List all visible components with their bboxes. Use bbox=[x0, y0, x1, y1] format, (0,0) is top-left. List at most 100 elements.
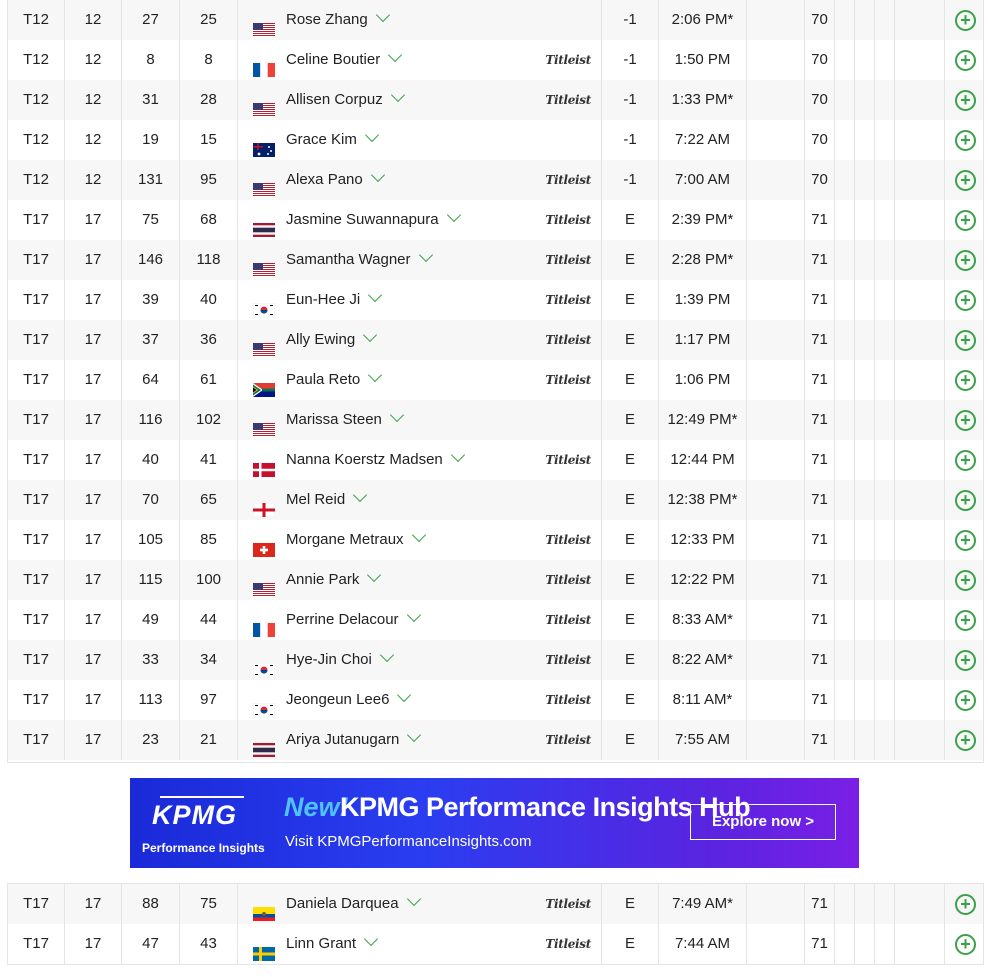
chevron-down-icon[interactable] bbox=[446, 207, 461, 223]
add-favorite-cell[interactable]: + bbox=[945, 280, 985, 320]
player-cell[interactable]: Jeongeun Lee6 Titleist bbox=[238, 680, 602, 720]
table-row[interactable]: T17 17 113 97 Jeongeun Lee6 Titleist E 8… bbox=[8, 680, 983, 720]
add-favorite-cell[interactable]: + bbox=[945, 320, 985, 360]
plus-circle-icon[interactable]: + bbox=[955, 570, 976, 591]
add-favorite-cell[interactable]: + bbox=[945, 480, 985, 520]
table-row[interactable]: T12 12 31 28 Allisen Corpuz Titleist -1 … bbox=[8, 80, 983, 120]
table-row[interactable]: T17 17 116 102 Marissa Steen E 12:49 PM*… bbox=[8, 400, 983, 440]
add-favorite-cell[interactable]: + bbox=[945, 884, 985, 924]
add-favorite-cell[interactable]: + bbox=[945, 0, 985, 40]
table-row[interactable]: T17 17 39 40 Eun-Hee Ji Titleist E 1:39 … bbox=[8, 280, 983, 320]
player-cell[interactable]: Mel Reid bbox=[238, 480, 602, 520]
player-cell[interactable]: Jasmine Suwannapura Titleist bbox=[238, 200, 602, 240]
add-favorite-cell[interactable]: + bbox=[945, 640, 985, 680]
chevron-down-icon[interactable] bbox=[368, 367, 383, 383]
chevron-down-icon[interactable] bbox=[388, 47, 403, 63]
player-cell[interactable]: Morgane Metraux Titleist bbox=[238, 520, 602, 560]
plus-circle-icon[interactable]: + bbox=[955, 730, 976, 751]
table-row[interactable]: T12 12 131 95 Alexa Pano Titleist -1 7:0… bbox=[8, 160, 983, 200]
table-row[interactable]: T17 17 70 65 Mel Reid E 12:38 PM* 71 + bbox=[8, 480, 983, 520]
player-name[interactable]: Morgane Metraux bbox=[286, 520, 426, 560]
player-name[interactable]: Jeongeun Lee6 bbox=[286, 680, 412, 720]
plus-circle-icon[interactable]: + bbox=[955, 650, 976, 671]
plus-circle-icon[interactable]: + bbox=[955, 170, 976, 191]
player-name[interactable]: Mel Reid bbox=[286, 480, 368, 520]
add-favorite-cell[interactable]: + bbox=[945, 440, 985, 480]
player-cell[interactable]: Hye-Jin Choi Titleist bbox=[238, 640, 602, 680]
add-favorite-cell[interactable]: + bbox=[945, 560, 985, 600]
table-row[interactable]: T17 17 146 118 Samantha Wagner Titleist … bbox=[8, 240, 983, 280]
player-cell[interactable]: Celine Boutier Titleist bbox=[238, 40, 602, 80]
player-cell[interactable]: Linn Grant Titleist bbox=[238, 924, 602, 964]
plus-circle-icon[interactable]: + bbox=[955, 370, 976, 391]
table-row[interactable]: T17 17 23 21 Ariya Jutanugarn Titleist E… bbox=[8, 720, 983, 760]
player-cell[interactable]: Ally Ewing Titleist bbox=[238, 320, 602, 360]
player-name[interactable]: Hye-Jin Choi bbox=[286, 640, 394, 680]
add-favorite-cell[interactable]: + bbox=[945, 360, 985, 400]
plus-circle-icon[interactable]: + bbox=[955, 90, 976, 111]
add-favorite-cell[interactable]: + bbox=[945, 240, 985, 280]
player-name[interactable]: Samantha Wagner bbox=[286, 240, 433, 280]
chevron-down-icon[interactable] bbox=[397, 687, 412, 703]
add-favorite-cell[interactable]: + bbox=[945, 520, 985, 560]
add-favorite-cell[interactable]: + bbox=[945, 680, 985, 720]
add-favorite-cell[interactable]: + bbox=[945, 600, 985, 640]
plus-circle-icon[interactable]: + bbox=[955, 450, 976, 471]
chevron-down-icon[interactable] bbox=[390, 87, 405, 103]
table-row[interactable]: T17 17 75 68 Jasmine Suwannapura Titleis… bbox=[8, 200, 983, 240]
plus-circle-icon[interactable]: + bbox=[955, 10, 976, 31]
table-row[interactable]: T17 17 47 43 Linn Grant Titleist E 7:44 … bbox=[8, 924, 983, 964]
player-name[interactable]: Ally Ewing bbox=[286, 320, 378, 360]
table-row[interactable]: T17 17 37 36 Ally Ewing Titleist E 1:17 … bbox=[8, 320, 983, 360]
player-name[interactable]: Allisen Corpuz bbox=[286, 80, 405, 120]
chevron-down-icon[interactable] bbox=[406, 891, 421, 907]
add-favorite-cell[interactable]: + bbox=[945, 160, 985, 200]
player-name[interactable]: Jasmine Suwannapura bbox=[286, 200, 461, 240]
chevron-down-icon[interactable] bbox=[364, 127, 379, 143]
player-cell[interactable]: Daniela Darquea Titleist bbox=[238, 884, 602, 924]
chevron-down-icon[interactable] bbox=[450, 447, 465, 463]
table-row[interactable]: T17 17 105 85 Morgane Metraux Titleist E… bbox=[8, 520, 983, 560]
plus-circle-icon[interactable]: + bbox=[955, 610, 976, 631]
player-cell[interactable]: Allisen Corpuz Titleist bbox=[238, 80, 602, 120]
add-favorite-cell[interactable]: + bbox=[945, 40, 985, 80]
table-row[interactable]: T17 17 115 100 Annie Park Titleist E 12:… bbox=[8, 560, 983, 600]
chevron-down-icon[interactable] bbox=[375, 7, 390, 23]
player-name[interactable]: Paula Reto bbox=[286, 360, 383, 400]
plus-circle-icon[interactable]: + bbox=[955, 130, 976, 151]
plus-circle-icon[interactable]: + bbox=[955, 50, 976, 71]
player-cell[interactable]: Samantha Wagner Titleist bbox=[238, 240, 602, 280]
table-row[interactable]: T12 12 27 25 Rose Zhang -1 2:06 PM* 70 + bbox=[8, 0, 983, 40]
plus-circle-icon[interactable]: + bbox=[955, 894, 976, 915]
player-cell[interactable]: Annie Park Titleist bbox=[238, 560, 602, 600]
chevron-down-icon[interactable] bbox=[363, 931, 379, 947]
player-name[interactable]: Ariya Jutanugarn bbox=[286, 720, 422, 760]
chevron-down-icon[interactable] bbox=[363, 327, 378, 343]
plus-circle-icon[interactable]: + bbox=[955, 250, 976, 271]
table-row[interactable]: T17 17 33 34 Hye-Jin Choi Titleist E 8:2… bbox=[8, 640, 983, 680]
chevron-down-icon[interactable] bbox=[367, 567, 382, 583]
player-name[interactable]: Nanna Koerstz Madsen bbox=[286, 440, 465, 480]
add-favorite-cell[interactable]: + bbox=[945, 924, 985, 964]
player-cell[interactable]: Nanna Koerstz Madsen Titleist bbox=[238, 440, 602, 480]
chevron-down-icon[interactable] bbox=[418, 247, 433, 263]
plus-circle-icon[interactable]: + bbox=[955, 934, 976, 955]
add-favorite-cell[interactable]: + bbox=[945, 80, 985, 120]
player-cell[interactable]: Perrine Delacour Titleist bbox=[238, 600, 602, 640]
player-name[interactable]: Grace Kim bbox=[286, 120, 379, 160]
table-row[interactable]: T12 12 8 8 Celine Boutier Titleist -1 1:… bbox=[8, 40, 983, 80]
player-cell[interactable]: Paula Reto Titleist bbox=[238, 360, 602, 400]
table-row[interactable]: T17 17 64 61 Paula Reto Titleist E 1:06 … bbox=[8, 360, 983, 400]
player-cell[interactable]: Marissa Steen bbox=[238, 400, 602, 440]
player-name[interactable]: Rose Zhang bbox=[286, 0, 390, 40]
player-cell[interactable]: Rose Zhang bbox=[238, 0, 602, 40]
chevron-down-icon[interactable] bbox=[370, 167, 385, 183]
plus-circle-icon[interactable]: + bbox=[955, 330, 976, 351]
chevron-down-icon[interactable] bbox=[379, 647, 394, 663]
plus-circle-icon[interactable]: + bbox=[955, 690, 976, 711]
player-cell[interactable]: Ariya Jutanugarn Titleist bbox=[238, 720, 602, 760]
player-name[interactable]: Linn Grant bbox=[286, 924, 379, 964]
add-favorite-cell[interactable]: + bbox=[945, 120, 985, 160]
player-name[interactable]: Marissa Steen bbox=[286, 400, 404, 440]
player-name[interactable]: Celine Boutier bbox=[286, 40, 403, 80]
